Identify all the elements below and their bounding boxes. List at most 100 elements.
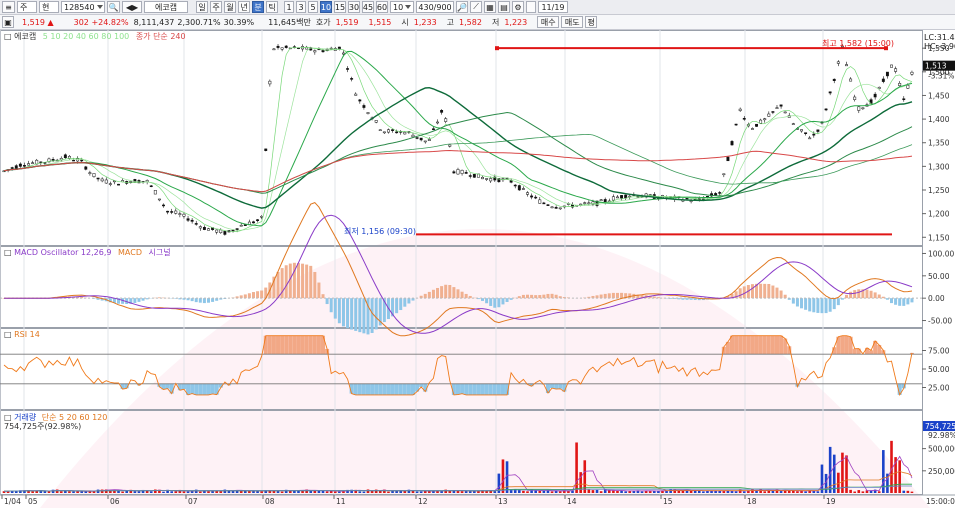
interval-combo[interactable]: 10 [390,1,414,13]
menu-icon[interactable]: ≡ [2,1,15,13]
rsi-tick-label: 75.00 [928,347,950,356]
candle-body [366,112,370,114]
period-week[interactable]: 주 [210,1,222,13]
volume-bar [260,491,263,493]
extra-button[interactable]: 평 [585,16,598,28]
x-tick-label: 08 [265,497,275,506]
market-combo[interactable]: 현 [39,1,59,13]
interval-30[interactable]: 30 [348,1,360,13]
candle-body [894,68,898,72]
rsi-oversold-fill [361,383,366,395]
price-legend-icon: □ [4,32,14,41]
volume-bar [411,490,415,493]
stock-name-field[interactable]: 에코캡 [144,1,188,13]
gear-icon[interactable]: ⚙ [512,1,524,13]
volume-bar [816,491,820,493]
chart-type-label: 주 [20,2,28,12]
volume-bar [301,490,304,493]
candle-body [186,218,190,221]
candle-body [207,228,210,231]
rsi-oversold-fill [190,383,195,394]
volume-bar [174,491,178,493]
x-tick-label: 06 [110,497,120,506]
candle-body [157,198,161,201]
volume-bar [362,491,366,493]
zoom-icon[interactable]: 🔎 [456,1,468,13]
search-icon[interactable]: 🔍 [107,1,120,13]
grid-icon[interactable]: ▦ [484,1,496,13]
period-tick[interactable]: 틱 [266,1,278,13]
rsi-overbought-fill [276,335,281,355]
interval-1[interactable]: 1 [284,1,294,13]
macd-osc-bar [501,298,505,305]
macd-osc-bar [460,291,464,299]
rsi-oversold-fill [455,383,460,395]
candle-body [554,207,558,209]
volume-bar [779,491,783,493]
volume-bar [137,491,141,493]
period-minute[interactable]: 분 [252,1,264,13]
stock-chart[interactable]: 1,5501,5001,4501,4001,3501,3001,2501,200… [0,30,955,508]
print-icon[interactable]: ▤ [498,1,510,13]
chart-type-combo[interactable]: 주 [17,1,37,13]
candle-body [252,221,255,224]
candle-body [726,156,730,162]
x-tick-label: 11 [336,497,346,506]
sell-button[interactable]: 매도 [561,16,584,28]
volume-pct: 2,300.71% [177,17,221,27]
date-field[interactable]: 11/19 [538,1,568,13]
price-tick-label: 1,250 [928,186,950,195]
interval-60[interactable]: 60 [376,1,388,13]
rsi-overbought-fill [774,335,779,355]
ma-legend: 5 10 20 40 60 80 100 [43,32,130,41]
interval-10[interactable]: 10 [320,1,332,13]
prev-next-icon[interactable]: ◀▶ [122,1,142,13]
candle-body [436,121,439,124]
candle-body [603,199,607,203]
buy-button[interactable]: 매수 [537,16,560,28]
volume-bar [558,491,562,493]
macd-osc-bar [260,290,264,299]
macd-osc-bar [374,298,378,330]
rsi-oversold-fill [484,383,489,395]
stock-code-input[interactable]: 128540 [61,1,105,13]
data-count-field[interactable]: 430/900 [416,1,454,13]
macd-osc-bar [206,298,210,303]
rsi-oversold-fill [472,383,477,395]
draw-line-icon[interactable]: ⟋ [470,1,482,13]
volume-bar [648,491,652,493]
period-month[interactable]: 월 [224,1,236,13]
volume-bar [587,489,591,493]
candle-body [80,159,84,162]
candle-body [616,196,619,199]
interval-5[interactable]: 5 [308,1,318,13]
lock-icon[interactable]: ▣ [2,16,14,28]
macd-osc-bar [333,298,337,319]
macd-osc-bar [820,298,824,314]
macd-osc-bar [767,283,771,299]
candle-body [791,123,795,125]
candle-body [108,183,112,185]
interval-15[interactable]: 15 [334,1,346,13]
checkbox[interactable] [526,1,536,13]
period-day[interactable]: 일 [196,1,208,13]
candle-body [902,98,906,100]
candle-body [890,64,893,68]
candle-body [750,128,754,130]
interval-45[interactable]: 45 [362,1,374,13]
macd-osc-bar [865,289,869,299]
macd-osc-bar [550,293,554,299]
price-tick-label: 1,150 [928,233,950,242]
macd-osc-bar [194,298,198,303]
rsi-oversold-fill [488,383,493,395]
macd-tick-label: 50.00 [928,272,950,281]
period-year[interactable]: 년 [238,1,250,13]
volume-bar [522,490,525,493]
interval-3[interactable]: 3 [296,1,306,13]
hc-label: HC:-3.96 [924,42,955,51]
rsi-oversold-fill [353,383,358,395]
candle-body [321,50,325,53]
macd-osc-bar [276,271,280,299]
rsi-overbought-fill [292,335,297,355]
price-tick-label: 1,200 [928,210,950,219]
